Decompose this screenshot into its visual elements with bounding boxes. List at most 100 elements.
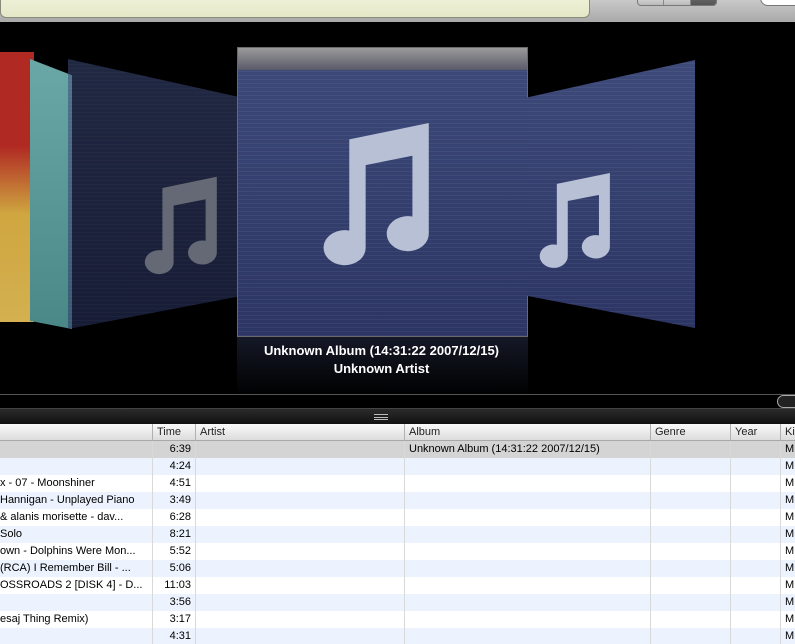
cell-kind: M	[780, 611, 795, 628]
cell-artist	[195, 492, 404, 509]
album-cover[interactable]	[0, 52, 34, 322]
album-cover[interactable]	[527, 60, 695, 328]
cell-artist	[195, 441, 404, 458]
cell-album	[404, 611, 650, 628]
now-showing-info: Unknown Album (14:31:22 2007/12/15) Unkn…	[0, 342, 763, 378]
cell-genre	[650, 458, 730, 475]
cell-time: 5:06	[152, 560, 195, 577]
view-grid-button[interactable]	[664, 0, 691, 5]
table-row[interactable]: (RCA) I Remember Bill - ... 5:06 M	[0, 560, 795, 577]
cover-flow[interactable]: Unknown Album (14:31:22 2007/12/15) Unkn…	[0, 22, 795, 394]
table-row[interactable]: 6:39 Unknown Album (14:31:22 2007/12/15)…	[0, 441, 795, 458]
column-header-artist[interactable]: Artist	[195, 424, 404, 440]
cell-kind: M	[780, 475, 795, 492]
cell-time: 3:17	[152, 611, 195, 628]
table-row[interactable]: & alanis morisette - dav... 6:28 M	[0, 509, 795, 526]
resize-grip-icon[interactable]	[374, 414, 388, 420]
cell-name: (RCA) I Remember Bill - ...	[0, 562, 131, 574]
cell-artist	[195, 543, 404, 560]
view-list-button[interactable]	[638, 0, 665, 5]
album-cover[interactable]	[30, 59, 72, 329]
track-rows: 6:39 Unknown Album (14:31:22 2007/12/15)…	[0, 441, 795, 644]
cell-time: 6:39	[152, 441, 195, 458]
cell-artist	[195, 458, 404, 475]
view-mode-buttons[interactable]	[637, 0, 717, 6]
cell-album	[404, 509, 650, 526]
cell-genre	[650, 611, 730, 628]
cell-year	[730, 475, 780, 492]
cell-genre	[650, 509, 730, 526]
cell-kind: M	[780, 560, 795, 577]
cell-kind: M	[780, 594, 795, 611]
scrollbar-knob[interactable]	[777, 395, 795, 408]
cell-year	[730, 594, 780, 611]
cell-time: 4:31	[152, 628, 195, 644]
cell-year	[730, 611, 780, 628]
cell-album	[404, 543, 650, 560]
cell-time: 11:03	[152, 577, 195, 594]
album-title: Unknown Album (14:31:22 2007/12/15)	[263, 343, 500, 358]
cell-name: Hannigan - Unplayed Piano	[0, 494, 135, 506]
cell-artist	[195, 526, 404, 543]
cell-year	[730, 628, 780, 644]
column-header-kind[interactable]: Ki	[780, 424, 795, 440]
column-header-year[interactable]: Year	[730, 424, 780, 440]
cell-name: OSSROADS 2 [DISK 4] - D...	[0, 579, 143, 591]
pane-splitter[interactable]	[0, 408, 795, 424]
cell-artist	[195, 577, 404, 594]
cell-genre	[650, 526, 730, 543]
cell-kind: M	[780, 441, 795, 458]
table-row[interactable]: Hannigan - Unplayed Piano 3:49 M	[0, 492, 795, 509]
cell-album	[404, 458, 650, 475]
table-row[interactable]: OSSROADS 2 [DISK 4] - D... 11:03 M	[0, 577, 795, 594]
cell-name: esaj Thing Remix)	[0, 613, 89, 625]
table-row[interactable]: 3:56 M	[0, 594, 795, 611]
table-header: Time Artist Album Genre Year Ki	[0, 424, 795, 441]
table-row[interactable]: own - Dolphins Were Mon... 5:52 M	[0, 543, 795, 560]
cell-kind: M	[780, 458, 795, 475]
cell-artist	[195, 560, 404, 577]
column-header-album[interactable]: Album	[404, 424, 650, 440]
cell-time: 5:52	[152, 543, 195, 560]
album-cover[interactable]	[68, 59, 238, 329]
cell-kind: M	[780, 543, 795, 560]
cell-genre	[650, 577, 730, 594]
cell-artist	[195, 594, 404, 611]
column-header-time[interactable]: Time	[152, 424, 195, 440]
cell-genre	[650, 560, 730, 577]
view-coverflow-button[interactable]	[690, 0, 716, 5]
cell-genre	[650, 543, 730, 560]
cell-time: 3:56	[152, 594, 195, 611]
cover-flow-scrollbar[interactable]	[0, 394, 795, 408]
table-row[interactable]: x - 07 - Moonshiner 4:51 M	[0, 475, 795, 492]
cell-year	[730, 441, 780, 458]
cell-year	[730, 509, 780, 526]
cell-artist	[195, 628, 404, 644]
search-input[interactable]	[760, 0, 795, 6]
cell-name	[0, 458, 152, 475]
column-header-name[interactable]	[0, 424, 152, 440]
cell-kind: M	[780, 577, 795, 594]
table-row[interactable]: Solo 8:21 M	[0, 526, 795, 543]
music-note-icon	[535, 160, 613, 278]
table-row[interactable]: esaj Thing Remix) 3:17 M	[0, 611, 795, 628]
cell-name: own - Dolphins Were Mon...	[0, 545, 136, 557]
cell-genre	[650, 628, 730, 644]
music-note-icon	[140, 169, 220, 279]
album-cover-selected[interactable]	[237, 47, 528, 337]
cell-album	[404, 577, 650, 594]
cell-artist	[195, 509, 404, 526]
table-row[interactable]: 4:24 M	[0, 458, 795, 475]
cell-kind: M	[780, 526, 795, 543]
cell-time: 4:24	[152, 458, 195, 475]
cell-name	[0, 594, 152, 611]
cell-name: Solo	[0, 528, 23, 540]
cell-artist	[195, 611, 404, 628]
cell-year	[730, 560, 780, 577]
cell-album: Unknown Album (14:31:22 2007/12/15)	[404, 441, 650, 458]
table-row[interactable]: 4:31 M	[0, 628, 795, 644]
cell-name: x - 07 - Moonshiner	[0, 477, 95, 489]
cell-genre	[650, 594, 730, 611]
column-header-genre[interactable]: Genre	[650, 424, 730, 440]
cell-artist	[195, 475, 404, 492]
